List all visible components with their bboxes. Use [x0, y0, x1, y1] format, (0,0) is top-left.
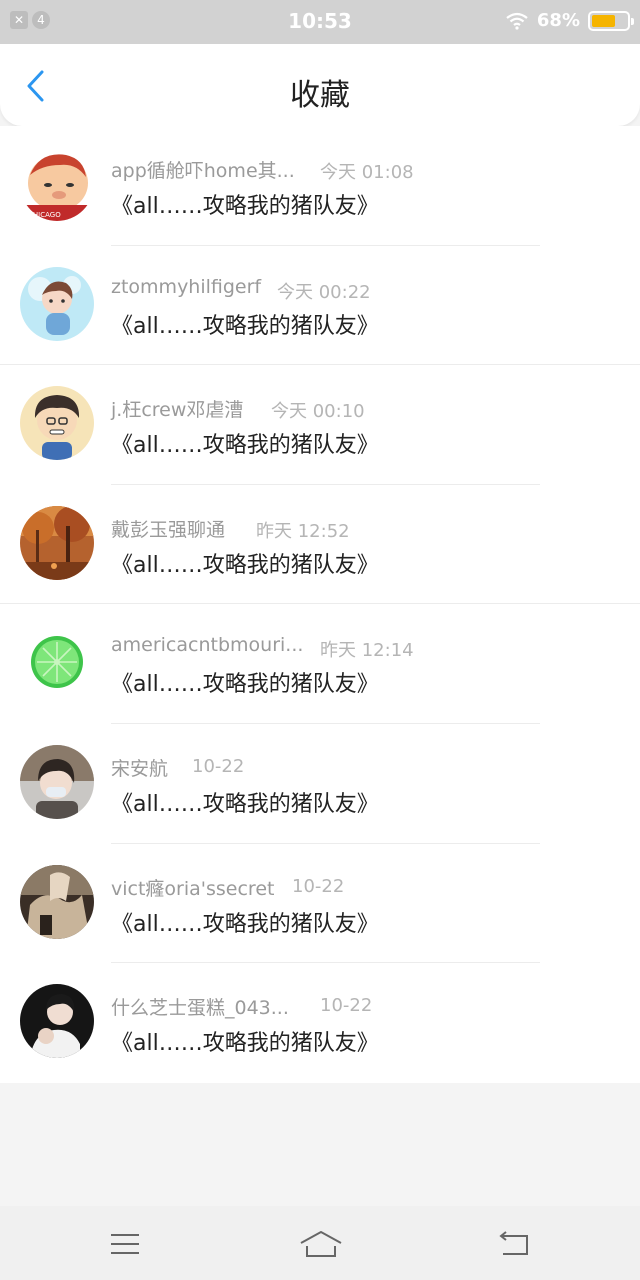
- list-item[interactable]: 戴彭玉强聊通 昨天 12:52 《all……攻略我的猪队友》: [0, 485, 640, 605]
- item-message: 《all……攻略我的猪队友》: [111, 194, 379, 219]
- avatar[interactable]: CHICAGO: [20, 147, 94, 221]
- item-message: 《all……攻略我的猪队友》: [111, 1031, 379, 1057]
- menu-button[interactable]: [105, 1224, 145, 1264]
- avatar[interactable]: [20, 386, 94, 461]
- list-item[interactable]: 什么芝士蛋糕_043... 10-22 《all……攻略我的猪队友》: [0, 963, 640, 1083]
- avatar[interactable]: [20, 625, 94, 700]
- item-time: 昨天 12:14: [320, 640, 414, 662]
- avatar[interactable]: [20, 744, 94, 819]
- item-name: americacntbmouri...: [111, 634, 304, 657]
- item-time: 昨天 12:52: [256, 520, 350, 542]
- status-bar: ✕ 4 10:53 68%: [0, 0, 640, 44]
- item-message: 《all……攻略我的猪队友》: [111, 313, 379, 339]
- battery-fill: [592, 14, 616, 27]
- list-item[interactable]: CHICAGO app循舱吓home其... 今天 01:08 《all……攻略…: [0, 126, 640, 246]
- avatar[interactable]: [20, 266, 94, 341]
- item-name: 什么芝士蛋糕_043...: [111, 997, 289, 1020]
- item-name: vict癃oria'ssecret: [111, 877, 275, 900]
- item-message: 《all……攻略我的猪队友》: [111, 552, 379, 578]
- page-header: 收藏: [0, 44, 640, 126]
- menu-icon: [111, 1234, 139, 1254]
- home-button[interactable]: [298, 1224, 344, 1264]
- item-name: j.枉crew邓虐漕: [111, 399, 244, 422]
- svg-text:CHICAGO: CHICAGO: [28, 211, 61, 219]
- item-name: ztommyhilfigerf: [111, 275, 262, 298]
- avatar[interactable]: [20, 864, 94, 939]
- home-icon: [300, 1231, 342, 1257]
- list-item[interactable]: ztommyhilfigerf 今天 00:22 《all……攻略我的猪队友》: [0, 246, 640, 366]
- item-time: 10-22: [320, 995, 373, 1017]
- avatar[interactable]: [20, 505, 94, 580]
- battery-icon: [588, 10, 634, 31]
- page-title: 收藏: [290, 78, 350, 113]
- item-time: 今天 00:22: [277, 281, 371, 303]
- item-message: 《all……攻略我的猪队友》: [111, 672, 379, 698]
- back-arrow-icon: [499, 1231, 528, 1255]
- item-message: 《all……攻略我的猪队友》: [111, 433, 379, 459]
- item-time: 今天 00:10: [271, 401, 365, 423]
- battery-percent: 68%: [536, 10, 580, 31]
- item-message: 《all……攻略我的猪队友》: [111, 791, 379, 817]
- item-name: app循舱吓home其...: [111, 160, 295, 182]
- favorites-list: CHICAGO app循舱吓home其... 今天 01:08 《all……攻略…: [0, 126, 640, 1083]
- list-item[interactable]: j.枉crew邓虐漕 今天 00:10 《all……攻略我的猪队友》: [0, 365, 640, 485]
- item-name: 宋安航: [111, 757, 169, 780]
- item-time: 10-22: [192, 755, 245, 777]
- list-item[interactable]: americacntbmouri... 昨天 12:14 《all……攻略我的猪…: [0, 604, 640, 724]
- avatar[interactable]: [20, 984, 94, 1059]
- list-item[interactable]: 宋安航 10-22 《all……攻略我的猪队友》: [0, 724, 640, 844]
- status-indicators: 68%: [505, 10, 634, 31]
- back-nav-button[interactable]: [495, 1224, 535, 1264]
- item-time: 今天 01:08: [320, 162, 414, 183]
- item-message: 《all……攻略我的猪队友》: [111, 911, 379, 937]
- item-time: 10-22: [292, 875, 345, 897]
- list-item[interactable]: vict癃oria'ssecret 10-22 《all……攻略我的猪队友》: [0, 844, 640, 964]
- system-nav-bar: [0, 1206, 640, 1280]
- wifi-icon: [506, 12, 528, 30]
- item-name: 戴彭玉强聊通: [111, 518, 226, 541]
